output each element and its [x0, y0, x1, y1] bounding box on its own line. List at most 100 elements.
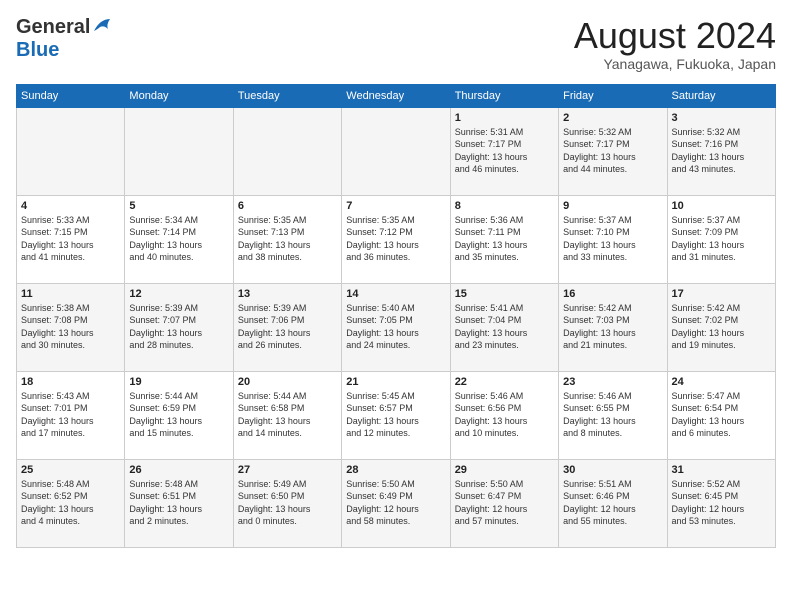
calendar-cell: 26Sunrise: 5:48 AM Sunset: 6:51 PM Dayli…: [125, 459, 233, 547]
day-number: 8: [455, 200, 554, 212]
day-number: 3: [672, 112, 771, 124]
month-title: August 2024: [574, 16, 776, 56]
calendar-cell: 14 Sunrise: 5:40 AM Sunset: 7:05 PM Dayli…: [342, 283, 450, 371]
day-number: 10: [672, 200, 771, 212]
day-header-wednesday: Wednesday: [342, 84, 450, 107]
calendar-cell: 21Sunrise: 5:45 AM Sunset: 6:57 PM Dayli…: [342, 371, 450, 459]
logo-blue-text: Blue: [16, 39, 59, 61]
day-info: Sunrise: 5:32 AM Sunset: 7:17 PM Dayligh…: [563, 126, 662, 176]
day-info: Sunrise: 5:49 AM Sunset: 6:50 PM Dayligh…: [238, 478, 337, 528]
day-header-monday: Monday: [125, 84, 233, 107]
day-number: 19: [129, 376, 228, 388]
day-header-saturday: Saturday: [667, 84, 775, 107]
calendar-cell: [17, 107, 125, 195]
day-number: 17: [672, 288, 771, 300]
day-info: Sunrise: 5:46 AM Sunset: 6:56 PM Dayligh…: [455, 390, 554, 440]
day-number: 27: [238, 464, 337, 476]
logo-bird-icon: [92, 17, 114, 35]
day-number: 31: [672, 464, 771, 476]
calendar-cell: 11 Sunrise: 5:38 AM Sunset: 7:08 PM Dayli…: [17, 283, 125, 371]
calendar-cell: 29Sunrise: 5:50 AM Sunset: 6:47 PM Dayli…: [450, 459, 558, 547]
day-info: Sunrise: 5:48 AM Sunset: 6:52 PM Dayligh…: [21, 478, 120, 528]
day-number: 9: [563, 200, 662, 212]
calendar-cell: 18Sunrise: 5:43 AM Sunset: 7:01 PM Dayli…: [17, 371, 125, 459]
day-number: 21: [346, 376, 445, 388]
day-info: Sunrise: 5:44 AM Sunset: 6:58 PM Dayligh…: [238, 390, 337, 440]
day-number: 30: [563, 464, 662, 476]
calendar-table: SundayMondayTuesdayWednesdayThursdayFrid…: [16, 84, 776, 548]
day-number: 15: [455, 288, 554, 300]
day-header-sunday: Sunday: [17, 84, 125, 107]
day-info: Sunrise: 5:31 AM Sunset: 7:17 PM Dayligh…: [455, 126, 554, 176]
day-info: Sunrise: 5:50 AM Sunset: 6:49 PM Dayligh…: [346, 478, 445, 528]
calendar-header-row: SundayMondayTuesdayWednesdayThursdayFrid…: [17, 84, 776, 107]
calendar-cell: 31 Sunrise: 5:52 AM Sunset: 6:45 PM Dayli…: [667, 459, 775, 547]
calendar-cell: 13 Sunrise: 5:39 AM Sunset: 7:06 PM Dayli…: [233, 283, 341, 371]
calendar-cell: 8 Sunrise: 5:36 AM Sunset: 7:11 PM Daylig…: [450, 195, 558, 283]
calendar-week-row: 11 Sunrise: 5:38 AM Sunset: 7:08 PM Dayli…: [17, 283, 776, 371]
day-number: 29: [455, 464, 554, 476]
calendar-cell: 30 Sunrise: 5:51 AM Sunset: 6:46 PM Dayli…: [559, 459, 667, 547]
day-number: 5: [129, 200, 228, 212]
day-info: Sunrise: 5:38 AM Sunset: 7:08 PM Dayligh…: [21, 302, 120, 352]
calendar-cell: 27 Sunrise: 5:49 AM Sunset: 6:50 PM Dayli…: [233, 459, 341, 547]
day-number: 4: [21, 200, 120, 212]
day-info: Sunrise: 5:47 AM Sunset: 6:54 PM Dayligh…: [672, 390, 771, 440]
day-info: Sunrise: 5:51 AM Sunset: 6:46 PM Dayligh…: [563, 478, 662, 528]
calendar-cell: 10Sunrise: 5:37 AM Sunset: 7:09 PM Dayli…: [667, 195, 775, 283]
day-number: 23: [563, 376, 662, 388]
day-number: 7: [346, 200, 445, 212]
day-number: 13: [238, 288, 337, 300]
page-header: General Blue August 2024 Yanagawa, Fukuo…: [16, 16, 776, 72]
calendar-cell: [233, 107, 341, 195]
day-info: Sunrise: 5:46 AM Sunset: 6:55 PM Dayligh…: [563, 390, 662, 440]
day-info: Sunrise: 5:39 AM Sunset: 7:07 PM Dayligh…: [129, 302, 228, 352]
day-info: Sunrise: 5:34 AM Sunset: 7:14 PM Dayligh…: [129, 214, 228, 264]
logo: General Blue: [16, 16, 114, 62]
calendar-week-row: 4Sunrise: 5:33 AM Sunset: 7:15 PM Daylig…: [17, 195, 776, 283]
day-header-thursday: Thursday: [450, 84, 558, 107]
location: Yanagawa, Fukuoka, Japan: [574, 56, 776, 72]
logo-general-text: General: [16, 16, 90, 39]
day-number: 12: [129, 288, 228, 300]
day-number: 26: [129, 464, 228, 476]
day-number: 14: [346, 288, 445, 300]
day-info: Sunrise: 5:43 AM Sunset: 7:01 PM Dayligh…: [21, 390, 120, 440]
day-header-friday: Friday: [559, 84, 667, 107]
day-info: Sunrise: 5:52 AM Sunset: 6:45 PM Dayligh…: [672, 478, 771, 528]
calendar-cell: 28Sunrise: 5:50 AM Sunset: 6:49 PM Dayli…: [342, 459, 450, 547]
calendar-cell: 25 Sunrise: 5:48 AM Sunset: 6:52 PM Dayli…: [17, 459, 125, 547]
day-info: Sunrise: 5:37 AM Sunset: 7:10 PM Dayligh…: [563, 214, 662, 264]
day-info: Sunrise: 5:35 AM Sunset: 7:12 PM Dayligh…: [346, 214, 445, 264]
day-number: 25: [21, 464, 120, 476]
calendar-cell: 16 Sunrise: 5:42 AM Sunset: 7:03 PM Dayli…: [559, 283, 667, 371]
day-number: 11: [21, 288, 120, 300]
calendar-cell: [125, 107, 233, 195]
day-number: 16: [563, 288, 662, 300]
calendar-cell: 24Sunrise: 5:47 AM Sunset: 6:54 PM Dayli…: [667, 371, 775, 459]
day-info: Sunrise: 5:32 AM Sunset: 7:16 PM Dayligh…: [672, 126, 771, 176]
day-number: 6: [238, 200, 337, 212]
calendar-cell: 7 Sunrise: 5:35 AM Sunset: 7:12 PM Daylig…: [342, 195, 450, 283]
calendar-cell: 19Sunrise: 5:44 AM Sunset: 6:59 PM Dayli…: [125, 371, 233, 459]
day-info: Sunrise: 5:39 AM Sunset: 7:06 PM Dayligh…: [238, 302, 337, 352]
calendar-cell: 17Sunrise: 5:42 AM Sunset: 7:02 PM Dayli…: [667, 283, 775, 371]
calendar-cell: 1Sunrise: 5:31 AM Sunset: 7:17 PM Daylig…: [450, 107, 558, 195]
calendar-cell: 15 Sunrise: 5:41 AM Sunset: 7:04 PM Dayli…: [450, 283, 558, 371]
day-number: 20: [238, 376, 337, 388]
calendar-cell: 4Sunrise: 5:33 AM Sunset: 7:15 PM Daylig…: [17, 195, 125, 283]
day-info: Sunrise: 5:40 AM Sunset: 7:05 PM Dayligh…: [346, 302, 445, 352]
calendar-cell: 20 Sunrise: 5:44 AM Sunset: 6:58 PM Dayli…: [233, 371, 341, 459]
title-area: August 2024 Yanagawa, Fukuoka, Japan: [574, 16, 776, 72]
day-number: 22: [455, 376, 554, 388]
day-info: Sunrise: 5:41 AM Sunset: 7:04 PM Dayligh…: [455, 302, 554, 352]
day-info: Sunrise: 5:36 AM Sunset: 7:11 PM Dayligh…: [455, 214, 554, 264]
calendar-week-row: 25 Sunrise: 5:48 AM Sunset: 6:52 PM Dayli…: [17, 459, 776, 547]
calendar-cell: 5 Sunrise: 5:34 AM Sunset: 7:14 PM Daylig…: [125, 195, 233, 283]
calendar-cell: 6Sunrise: 5:35 AM Sunset: 7:13 PM Daylig…: [233, 195, 341, 283]
day-info: Sunrise: 5:42 AM Sunset: 7:03 PM Dayligh…: [563, 302, 662, 352]
calendar-week-row: 1Sunrise: 5:31 AM Sunset: 7:17 PM Daylig…: [17, 107, 776, 195]
calendar-week-row: 18Sunrise: 5:43 AM Sunset: 7:01 PM Dayli…: [17, 371, 776, 459]
calendar-cell: 22 Sunrise: 5:46 AM Sunset: 6:56 PM Dayli…: [450, 371, 558, 459]
calendar-cell: 12 Sunrise: 5:39 AM Sunset: 7:07 PM Dayli…: [125, 283, 233, 371]
